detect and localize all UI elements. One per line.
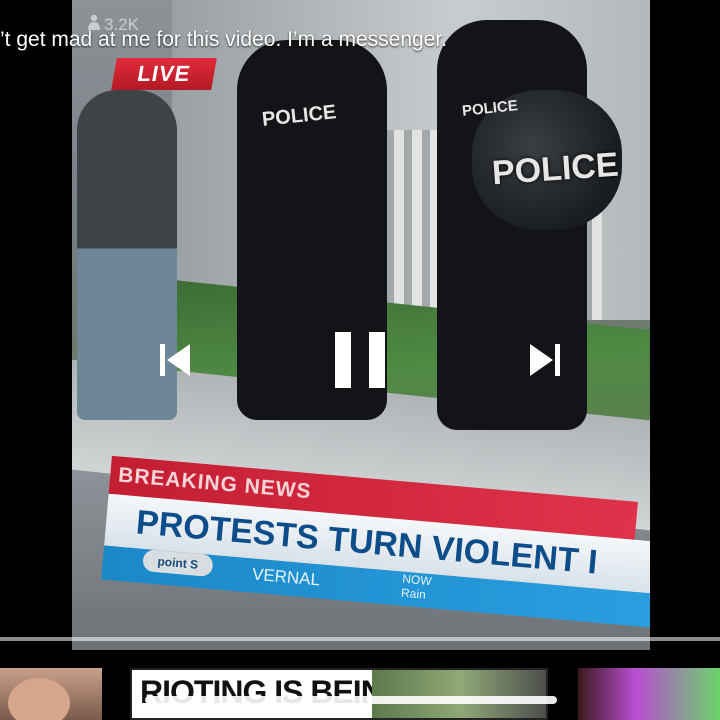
- video-player[interactable]: POLICE POLICE POLICE LIVE BREAKING NEWS …: [0, 0, 720, 720]
- video-frame[interactable]: POLICE POLICE POLICE LIVE BREAKING NEWS …: [72, 0, 650, 650]
- video-caption: ’t get mad at me for this video. I’m a m…: [0, 28, 448, 51]
- live-label: LIVE: [135, 61, 193, 86]
- pause-button[interactable]: [333, 330, 387, 390]
- weather-condition: Rain: [400, 585, 427, 602]
- thumbnail-face: [8, 678, 70, 720]
- thumbnail-image: [372, 670, 546, 718]
- next-button[interactable]: [528, 343, 560, 377]
- scrubber-handle[interactable]: [145, 696, 557, 704]
- station-logo: point S: [142, 549, 214, 578]
- news-location: VERNAL: [251, 564, 321, 590]
- thumbnail-2[interactable]: RIOTING IS BEING: [130, 668, 548, 720]
- pause-icon: [335, 332, 385, 388]
- thumbnail-strip[interactable]: RIOTING IS BEING: [0, 668, 720, 720]
- progress-bar[interactable]: [0, 637, 720, 641]
- news-weather: NOW Rain: [401, 572, 433, 602]
- thumbnail-1[interactable]: [0, 668, 102, 720]
- skip-next-icon: [530, 344, 560, 376]
- previous-button[interactable]: [160, 343, 192, 377]
- live-badge: LIVE: [111, 58, 217, 90]
- skip-previous-icon: [160, 344, 190, 376]
- thumbnail-3[interactable]: [578, 668, 720, 720]
- thumbnail-title: RIOTING IS BEING: [140, 674, 408, 710]
